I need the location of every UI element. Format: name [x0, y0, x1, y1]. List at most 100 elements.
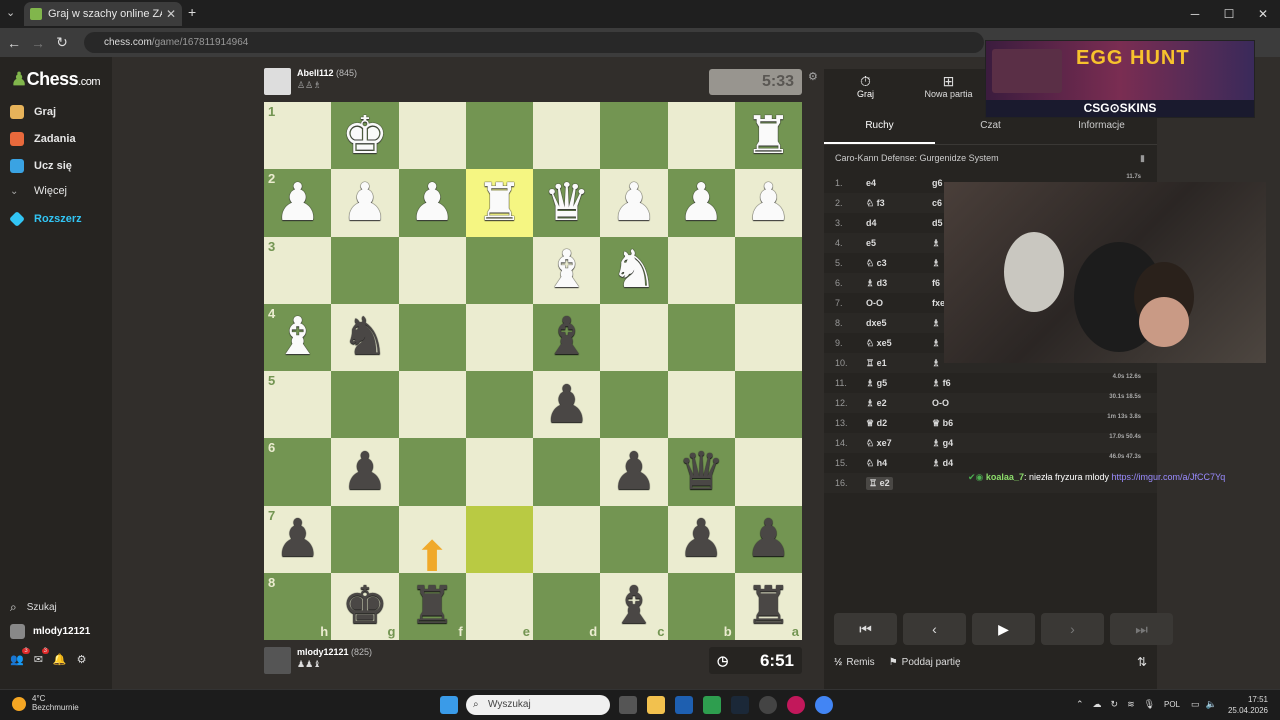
white-move[interactable]: ♗ e2 — [866, 398, 887, 409]
board-square[interactable] — [533, 505, 601, 573]
black-pawn-piece[interactable]: ♟ — [745, 513, 792, 565]
new-tab-icon[interactable]: + — [188, 4, 196, 20]
chrome-icon[interactable] — [815, 696, 833, 714]
microphone-icon[interactable]: 🎙 — [1144, 699, 1155, 710]
board-square[interactable]: ♟ — [398, 169, 466, 237]
board-square[interactable]: f ♜ — [398, 572, 466, 640]
board-square[interactable] — [734, 371, 802, 439]
language-indicator[interactable]: POL — [1164, 700, 1180, 709]
minimize-icon[interactable]: ─ — [1178, 0, 1212, 28]
board-square[interactable] — [465, 505, 533, 573]
wifi-icon[interactable]: ≋ — [1127, 699, 1135, 710]
opera-icon[interactable] — [787, 696, 805, 714]
close-tab-icon[interactable]: ✕ — [166, 7, 176, 21]
board-square[interactable]: ♟ — [734, 505, 802, 573]
white-pawn-piece[interactable]: ♟ — [678, 177, 725, 229]
board-square[interactable] — [600, 102, 668, 170]
black-pawn-piece[interactable]: ♟ — [611, 446, 658, 498]
black-move[interactable]: O-O — [932, 398, 949, 408]
chess-logo[interactable]: ♟Chess.com — [11, 69, 101, 90]
board-square[interactable] — [398, 303, 466, 371]
board-square[interactable]: ♝ — [533, 236, 601, 304]
sidebar-search[interactable]: ⌕ Szukaj — [10, 600, 57, 615]
sidebar-item-more[interactable]: ⌄ Więcej — [10, 185, 67, 197]
white-knight-piece[interactable]: ♞ — [611, 244, 658, 296]
resign-button[interactable]: Poddaj partię — [902, 657, 961, 668]
board-square[interactable] — [398, 102, 466, 170]
close-window-icon[interactable]: ✕ — [1246, 0, 1280, 28]
tab-info[interactable]: Informacje — [1046, 117, 1157, 144]
white-move[interactable]: ♘ xe5 — [866, 338, 892, 349]
taskbar-search[interactable]: ⌕ Wyszukaj — [466, 695, 610, 715]
board-square[interactable]: ♚ — [331, 102, 399, 170]
app-m-icon[interactable] — [675, 696, 693, 714]
draw-button[interactable]: Remis — [846, 657, 874, 668]
board-square[interactable]: ♟ — [331, 169, 399, 237]
top-player-name[interactable]: Abell112 — [297, 68, 334, 78]
bell-icon[interactable]: 🔔 — [53, 653, 67, 666]
black-move[interactable]: ♗ — [932, 238, 940, 249]
board-square[interactable]: d — [533, 572, 601, 640]
volume-icon[interactable]: 🔈 — [1206, 699, 1217, 710]
white-move[interactable]: e5 — [866, 238, 876, 248]
white-pawn-piece[interactable]: ♟ — [274, 177, 321, 229]
black-move[interactable]: ♗ — [932, 258, 940, 269]
white-move[interactable]: ♗ g5 — [866, 378, 887, 389]
board-square[interactable]: ♟ — [667, 169, 735, 237]
board-square[interactable] — [331, 371, 399, 439]
black-queen-piece[interactable]: ♛ — [678, 446, 725, 498]
black-knight-piece[interactable]: ♞ — [342, 311, 389, 363]
board-settings-icon[interactable]: ⚙ — [808, 70, 818, 83]
board-square[interactable] — [465, 371, 533, 439]
tab-moves[interactable]: Ruchy — [824, 117, 935, 144]
board-square[interactable] — [667, 371, 735, 439]
sync-icon[interactable]: ↻ — [1111, 699, 1119, 710]
white-move[interactable]: dxe5 — [866, 318, 887, 328]
friends-icon[interactable]: 👥 3 — [10, 648, 30, 666]
back-icon[interactable]: ← — [2, 35, 26, 51]
board-square[interactable]: ♟ — [600, 438, 668, 506]
white-move[interactable]: ♘ xe7 — [866, 438, 892, 449]
board-square[interactable]: e — [465, 572, 533, 640]
white-queen-piece[interactable]: ♛ — [543, 177, 590, 229]
new-game-button[interactable]: ⊞ Nowa partia — [907, 69, 990, 111]
board-square[interactable] — [734, 303, 802, 371]
board-square[interactable]: 4 ♝ — [264, 303, 332, 371]
white-pawn-piece[interactable]: ♟ — [745, 177, 792, 229]
forward-icon[interactable]: → — [26, 35, 50, 51]
board-square[interactable] — [465, 236, 533, 304]
white-move[interactable]: ♘ h4 — [866, 458, 887, 469]
board-square[interactable] — [600, 371, 668, 439]
board-square[interactable]: 7 ♟ — [264, 505, 332, 573]
black-bishop-piece[interactable]: ♝ — [543, 311, 590, 363]
board-square[interactable]: ♞ — [331, 303, 399, 371]
white-rook-piece[interactable]: ♜ — [476, 177, 523, 229]
browser-tab[interactable]: Graj w szachy online ZA DARMO ✕ — [24, 2, 182, 26]
steam-icon[interactable] — [731, 696, 749, 714]
chess-board[interactable]: 1 ♚ ♜ 2 ♟ ♟ ♟ ♜ ♛ ♟ ♟ ♟ 3 ♝ ♞ 4 ♝ ♞ ♝ 5 ♟ 6 ♟ ♟ ♛ 7 ♟ ⬆ ♟ ♟ 8 h g ♚ f ♜ e d c ♝… — [264, 102, 802, 640]
clock-widget[interactable]: 17:51 25.04.2026 — [1228, 694, 1268, 716]
board-square[interactable]: 6 — [264, 438, 332, 506]
play-moves-button[interactable]: ▶ — [972, 613, 1035, 645]
network-icon[interactable]: ▭ — [1191, 699, 1200, 710]
sidebar-item-expand[interactable]: Rozszerz — [9, 211, 82, 227]
maximize-icon[interactable]: ☐ — [1212, 0, 1246, 28]
sidebar-item-play[interactable]: Graj — [10, 105, 56, 119]
board-square[interactable]: 5 — [264, 371, 332, 439]
tab-list-icon[interactable]: ⌄ — [6, 6, 15, 19]
black-move[interactable]: ♕ b6 — [932, 418, 953, 429]
weather-widget[interactable]: 4°C Bezchmurnie — [12, 694, 79, 712]
board-square[interactable]: ♟ — [600, 169, 668, 237]
reload-icon[interactable]: ↻ — [50, 34, 74, 51]
bottom-player-name[interactable]: mlody12121 — [297, 647, 349, 657]
board-square[interactable]: 1 — [264, 102, 332, 170]
last-move-button[interactable]: ⏭ — [1110, 613, 1173, 645]
black-move[interactable]: c6 — [932, 198, 942, 208]
board-square[interactable]: ♜ — [465, 169, 533, 237]
board-square[interactable]: a ♜ — [734, 572, 802, 640]
sidebar-profile[interactable]: mlody12121 — [10, 624, 90, 639]
first-move-button[interactable]: ⏮ — [834, 613, 897, 645]
chevron-up-icon[interactable]: ⌃ — [1076, 699, 1084, 710]
white-pawn-piece[interactable]: ♟ — [611, 177, 658, 229]
board-square[interactable]: ♟ — [331, 438, 399, 506]
